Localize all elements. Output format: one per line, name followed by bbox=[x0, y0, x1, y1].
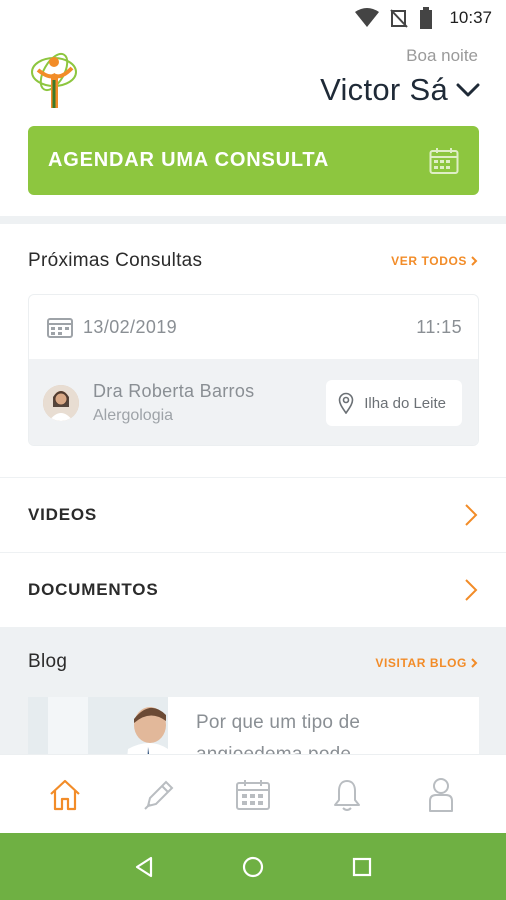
user-name: Victor Sá bbox=[320, 72, 448, 107]
doctor-avatar bbox=[43, 385, 79, 421]
home-button[interactable] bbox=[228, 842, 278, 892]
videos-label: VIDEOS bbox=[28, 505, 98, 524]
recents-button[interactable] bbox=[337, 842, 387, 892]
blog-post-title: Por que um tipo de angioedema pode bbox=[168, 697, 386, 754]
bottom-navigation bbox=[0, 754, 506, 834]
nav-notifications[interactable] bbox=[317, 765, 377, 825]
recents-square-icon bbox=[352, 857, 371, 876]
pencil-icon bbox=[144, 780, 174, 810]
location-chip[interactable]: Ilha do Leite bbox=[326, 380, 462, 426]
calendar-icon bbox=[236, 779, 270, 810]
nav-calendar[interactable] bbox=[223, 765, 283, 825]
appointment-doctor-row: Dra Roberta Barros Alergologia Ilha do L… bbox=[29, 359, 478, 445]
calendar-icon bbox=[47, 318, 73, 338]
blog-section: Blog VISITAR BLOG Por que um tipo de ang… bbox=[0, 627, 506, 754]
chevron-down-icon bbox=[456, 83, 480, 97]
blog-post-image bbox=[28, 697, 168, 754]
doctor-name: Dra Roberta Barros bbox=[93, 381, 255, 401]
user-menu-toggle[interactable]: Victor Sá bbox=[320, 72, 480, 108]
appointment-time: 11:15 bbox=[416, 316, 462, 337]
bell-icon bbox=[334, 779, 360, 811]
documents-label: DOCUMENTOS bbox=[28, 580, 159, 599]
back-triangle-icon bbox=[136, 856, 153, 877]
see-all-label: VER TODOS bbox=[391, 254, 467, 268]
nav-home[interactable] bbox=[35, 765, 95, 825]
blog-post-title-line: Por que um tipo de bbox=[196, 712, 361, 733]
status-bar: 10:37 bbox=[0, 0, 506, 36]
blog-post-card[interactable]: Por que um tipo de angioedema pode bbox=[28, 697, 479, 754]
battery-icon bbox=[420, 7, 433, 29]
back-button[interactable] bbox=[119, 842, 169, 892]
visit-blog-label: VISITAR BLOG bbox=[375, 656, 467, 670]
clinic-logo bbox=[31, 52, 77, 108]
upcoming-title: Próximas Consultas bbox=[28, 250, 203, 271]
section-divider bbox=[0, 216, 506, 224]
calendar-icon bbox=[429, 147, 459, 174]
nav-profile[interactable] bbox=[411, 765, 471, 825]
location-label: Ilha do Leite bbox=[364, 394, 446, 412]
doctor-specialty: Alergologia bbox=[93, 407, 174, 424]
android-navigation-bar bbox=[0, 833, 506, 900]
wifi-icon bbox=[355, 8, 380, 27]
documents-row[interactable]: DOCUMENTOS bbox=[0, 552, 506, 627]
chevron-right-icon bbox=[471, 256, 478, 266]
see-all-link[interactable]: VER TODOS bbox=[391, 254, 478, 268]
header: Boa noite Victor Sá bbox=[0, 36, 506, 126]
greeting: Boa noite bbox=[406, 46, 478, 65]
videos-row[interactable]: VIDEOS bbox=[0, 477, 506, 552]
no-signal-icon bbox=[390, 9, 409, 28]
chevron-right-icon bbox=[465, 579, 478, 601]
appointment-card[interactable]: 13/02/2019 11:15 Dra Roberta Barros Aler… bbox=[28, 294, 479, 446]
nav-prescriptions[interactable] bbox=[129, 765, 189, 825]
schedule-appointment-label: AGENDAR UMA CONSULTA bbox=[48, 149, 330, 171]
profile-icon bbox=[429, 777, 453, 812]
appointment-datetime-row: 13/02/2019 11:15 bbox=[29, 295, 478, 359]
home-circle-icon bbox=[242, 856, 264, 877]
location-pin-icon bbox=[338, 392, 354, 414]
chevron-right-icon bbox=[465, 504, 478, 526]
chevron-right-icon bbox=[471, 658, 478, 668]
blog-title: Blog bbox=[28, 651, 68, 672]
schedule-appointment-button[interactable]: AGENDAR UMA CONSULTA bbox=[28, 126, 479, 195]
home-icon bbox=[50, 779, 80, 810]
visit-blog-link[interactable]: VISITAR BLOG bbox=[375, 656, 478, 670]
appointment-date: 13/02/2019 bbox=[83, 316, 178, 337]
status-time: 10:37 bbox=[449, 8, 492, 27]
blog-post-title-line: angioedema pode bbox=[196, 739, 360, 754]
